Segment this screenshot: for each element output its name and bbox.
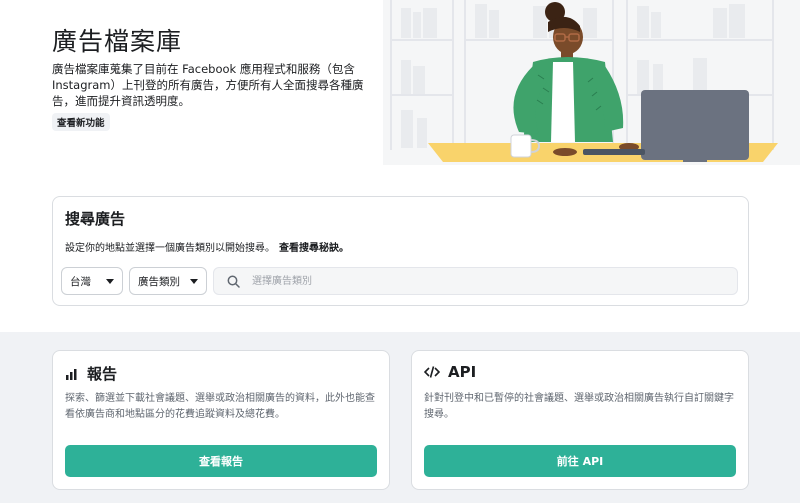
ad-category-dropdown[interactable]: 廣告類別 — [129, 267, 207, 295]
search-hint: 設定你的地點並選擇一個廣告類別以開始搜尋。 查看搜尋秘訣。 — [65, 239, 349, 254]
report-card-title: 報告 — [87, 365, 118, 383]
hero-illustration — [383, 0, 800, 165]
search-box[interactable] — [213, 267, 738, 295]
page-description: 廣告檔案庫蒐集了目前在 Facebook 應用程式和服務（包含 Instagra… — [52, 62, 364, 108]
view-report-button[interactable]: 查看報告 — [65, 445, 377, 477]
search-ads-card: 搜尋廣告 設定你的地點並選擇一個廣告類別以開始搜尋。 查看搜尋秘訣。 台灣 廣告類… — [52, 196, 749, 306]
caret-down-icon — [190, 278, 198, 284]
report-card-header: 報告 — [65, 363, 117, 384]
api-card: API 針對刊登中和已暫停的社會議題、選舉或政治相關廣告執行自訂關鍵字搜尋。 前… — [411, 350, 749, 490]
search-input[interactable] — [250, 274, 694, 288]
report-card-text: 探索、篩選並下載社會議題、選舉或政治相關廣告的資料，此外也能查看依廣告商和地點區… — [65, 393, 375, 420]
api-card-title: API — [448, 363, 477, 381]
code-icon — [424, 366, 440, 378]
whats-new-button[interactable]: 查看新功能 — [52, 113, 110, 131]
search-icon — [227, 275, 240, 288]
country-dropdown[interactable]: 台灣 — [61, 267, 123, 295]
country-value: 台灣 — [70, 275, 91, 288]
api-card-text: 針對刊登中和已暫停的社會議題、選舉或政治相關廣告執行自訂關鍵字搜尋。 — [424, 393, 734, 420]
bar-chart-icon — [66, 368, 77, 380]
ad-category-value: 廣告類別 — [138, 275, 180, 288]
search-heading: 搜尋廣告 — [65, 210, 126, 228]
search-hint-text: 設定你的地點並選擇一個廣告類別以開始搜尋。 — [65, 243, 275, 254]
go-to-api-button[interactable]: 前往 API — [424, 445, 736, 477]
api-card-header: API — [424, 363, 476, 381]
search-tips-link[interactable]: 查看搜尋秘訣。 — [279, 243, 349, 254]
report-card: 報告 探索、篩選並下載社會議題、選舉或政治相關廣告的資料，此外也能查看依廣告商和… — [52, 350, 390, 490]
page-title: 廣告檔案庫 — [52, 27, 183, 56]
caret-down-icon — [106, 278, 114, 284]
